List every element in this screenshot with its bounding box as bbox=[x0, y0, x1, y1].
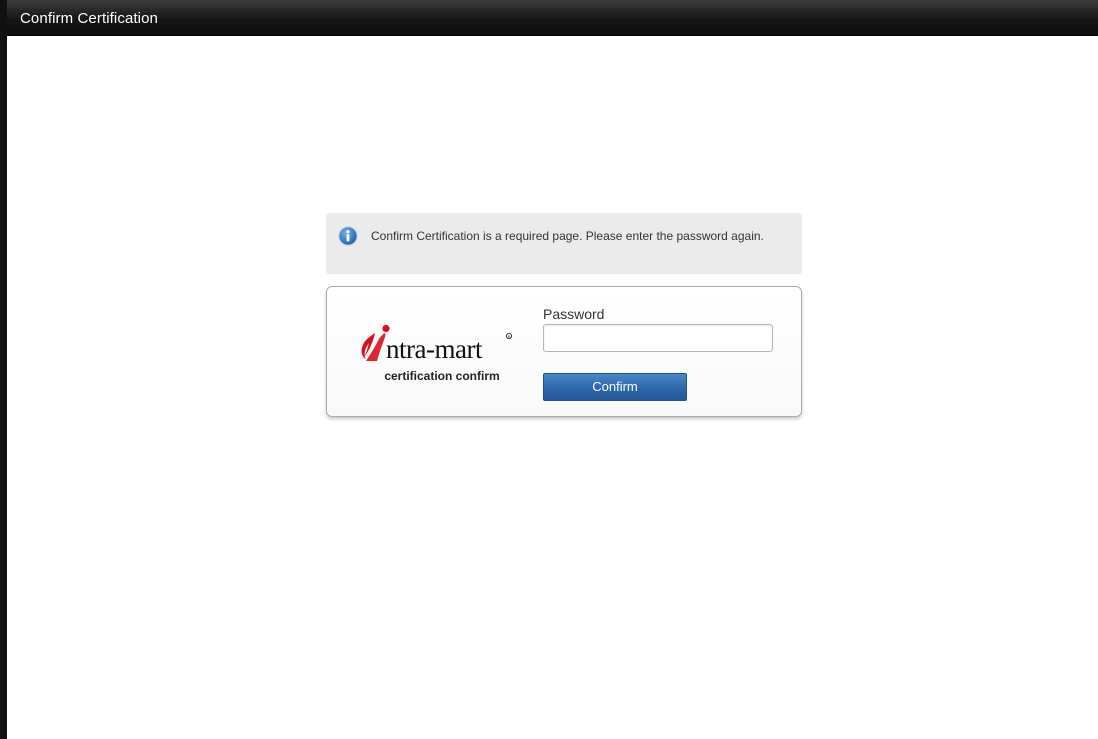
info-notice: Confirm Certification is a required page… bbox=[326, 213, 802, 274]
password-field[interactable] bbox=[543, 324, 773, 352]
password-label: Password bbox=[543, 306, 605, 322]
intra-mart-logo: ntra-mart R certification confirm bbox=[357, 321, 527, 383]
intra-mart-logo-mark: ntra-mart R bbox=[361, 324, 512, 364]
window-title: Confirm Certification bbox=[20, 10, 158, 27]
certification-panel: ntra-mart R certification confirm Passwo… bbox=[326, 286, 802, 417]
confirm-button[interactable]: Confirm bbox=[543, 373, 687, 401]
notice-message: Confirm Certification is a required page… bbox=[371, 229, 764, 243]
info-icon bbox=[338, 226, 358, 246]
app-window: Confirm Certification Confirm Certificat… bbox=[0, 0, 1098, 739]
logo-caption: certification confirm bbox=[384, 369, 500, 383]
title-bar: Confirm Certification bbox=[7, 0, 1098, 36]
svg-text:ntra-mart: ntra-mart bbox=[386, 334, 483, 364]
svg-text:R: R bbox=[508, 334, 511, 339]
